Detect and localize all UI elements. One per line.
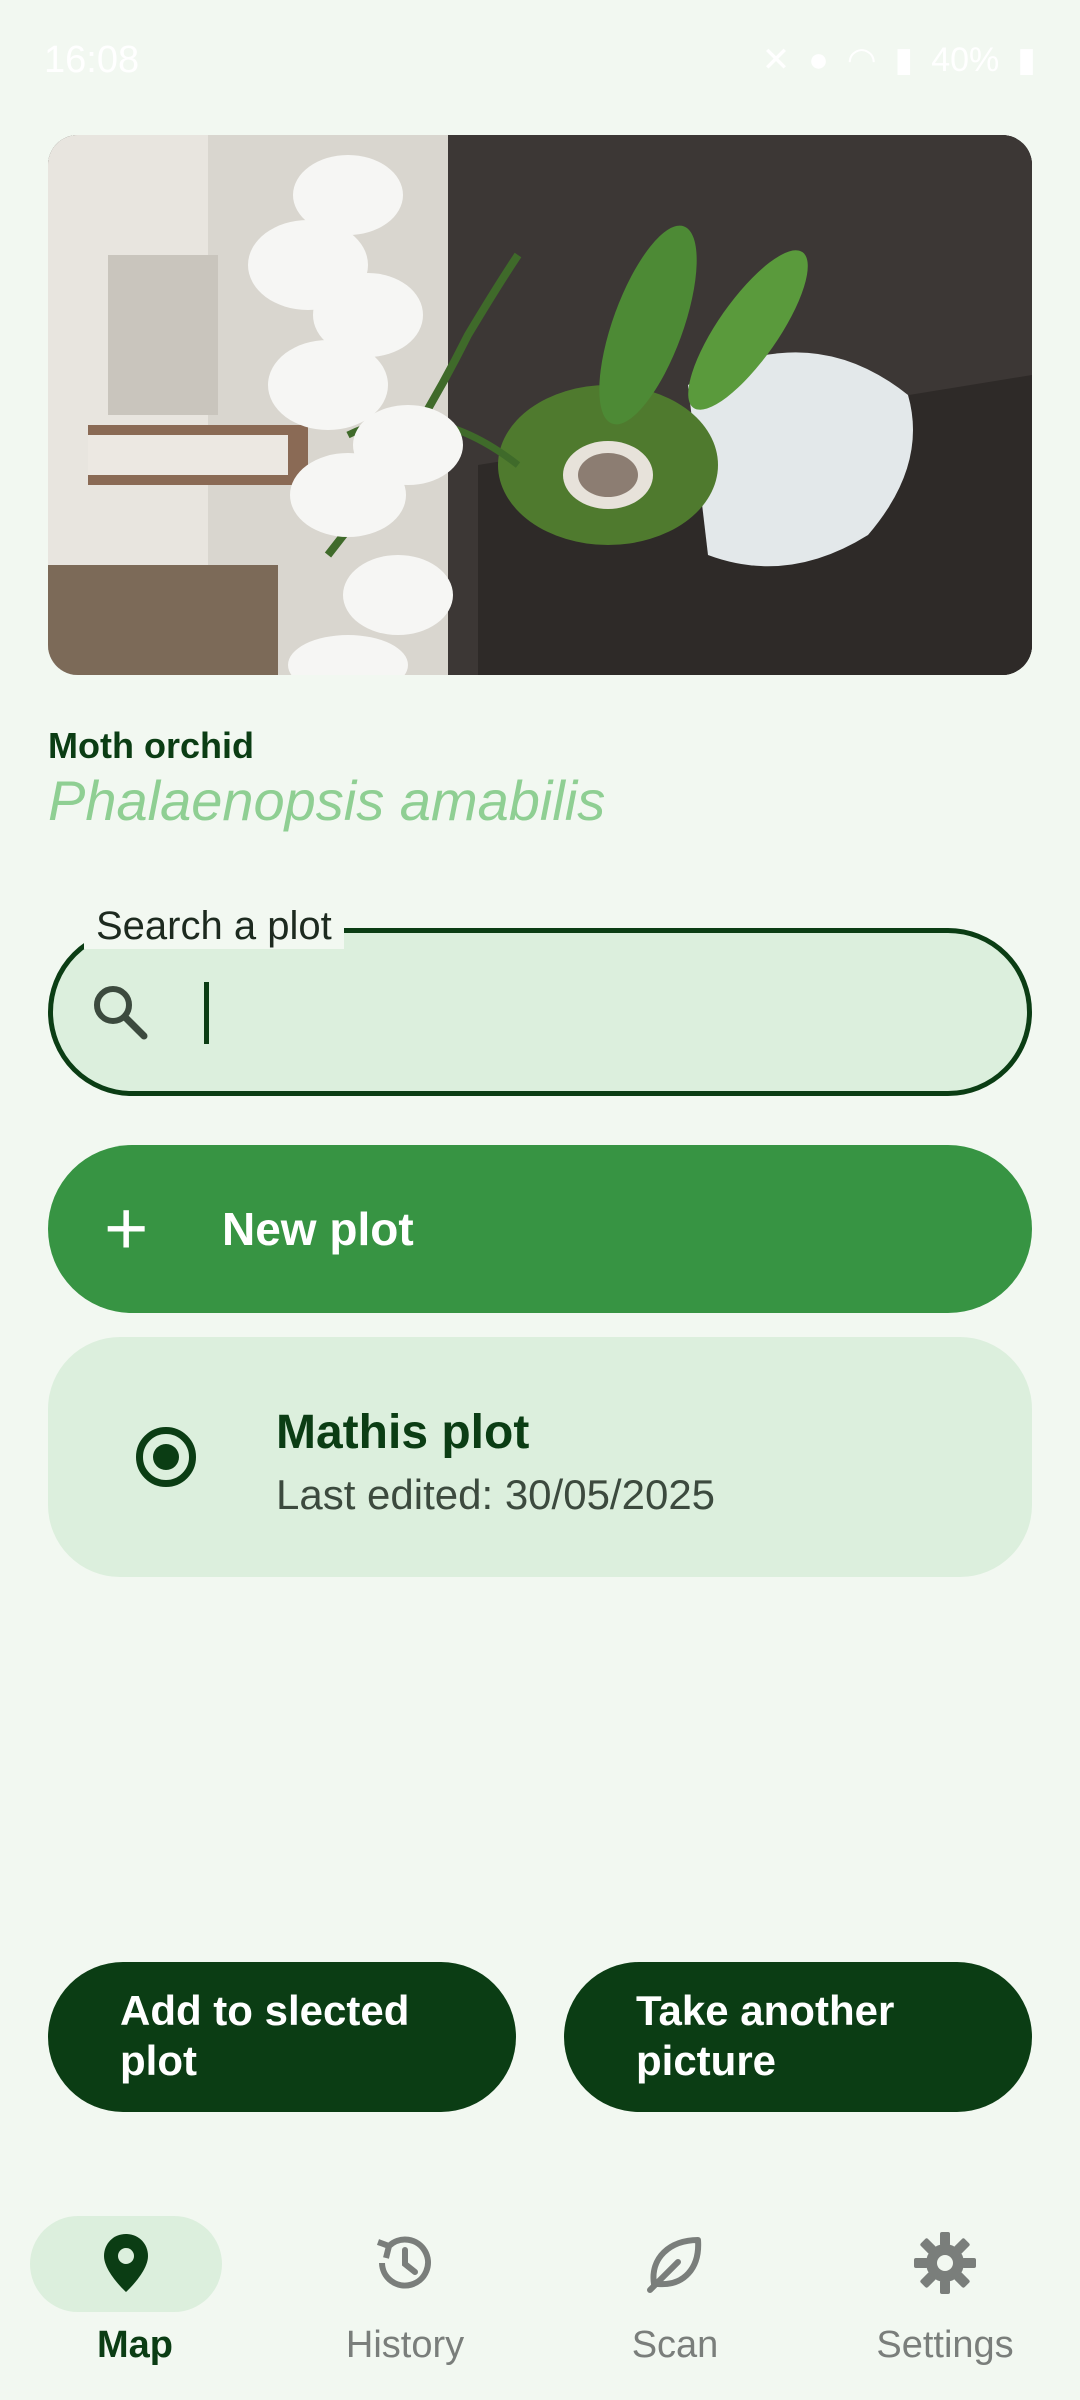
plot-name: Mathis plot — [276, 1406, 530, 1459]
text-caret — [204, 982, 209, 1044]
radio-selected-icon[interactable] — [136, 1427, 196, 1487]
status-bar: 16:08 ✕ ● ◠ ▮ 40% ▮ — [0, 0, 1080, 120]
history-icon — [376, 2236, 431, 2289]
nav-item-scan[interactable]: Scan — [540, 2198, 810, 2378]
signal-icon: ▮ — [894, 41, 914, 79]
add-to-selected-plot-button[interactable]: Add to slected plot — [48, 1962, 516, 2112]
nav-item-map[interactable]: Map — [0, 2198, 270, 2378]
take-another-picture-button[interactable]: Take another picture — [564, 1962, 1032, 2112]
bottom-navigation: Map History Scan Settings — [0, 2180, 1080, 2400]
search-label: Search a plot — [84, 904, 344, 949]
location-icon: ● — [808, 40, 829, 79]
take-button-label: Take another picture — [636, 1987, 895, 2084]
common-name: Moth orchid — [48, 725, 254, 766]
gear-icon — [914, 2232, 976, 2294]
scientific-name: Phalaenopsis amabilis — [48, 769, 606, 832]
search-icon — [94, 986, 148, 1040]
nav-label-history: History — [345, 2324, 465, 2366]
add-button-label: Add to slected plot — [120, 1987, 410, 2084]
status-time: 16:08 — [44, 38, 140, 81]
new-plot-label: New plot — [222, 1203, 414, 1255]
status-icons: ✕ ● ◠ ▮ 40% ▮ — [762, 40, 1036, 80]
nav-label-scan: Scan — [631, 2324, 719, 2366]
leaf-icon — [647, 2237, 702, 2293]
mute-icon: ✕ — [761, 41, 791, 79]
plus-icon: + — [104, 1186, 149, 1271]
plot-list-item[interactable]: Mathis plot Last edited: 30/05/2025 — [48, 1337, 1032, 1577]
nav-label-map: Map — [97, 2324, 173, 2366]
new-plot-button[interactable]: + New plot — [48, 1145, 1032, 1313]
battery-icon: ▮ — [1017, 41, 1036, 79]
plant-photo — [48, 135, 1032, 675]
nav-item-settings[interactable]: Settings — [810, 2198, 1080, 2378]
wifi-icon: ◠ — [846, 41, 877, 79]
battery-level: 40% — [931, 40, 1000, 79]
plot-last-edited: Last edited: 30/05/2025 — [276, 1471, 716, 1518]
map-pin-icon — [104, 2234, 148, 2292]
search-input[interactable] — [48, 928, 1032, 1096]
nav-label-settings: Settings — [876, 2324, 1014, 2366]
nav-item-history[interactable]: History — [270, 2198, 540, 2378]
